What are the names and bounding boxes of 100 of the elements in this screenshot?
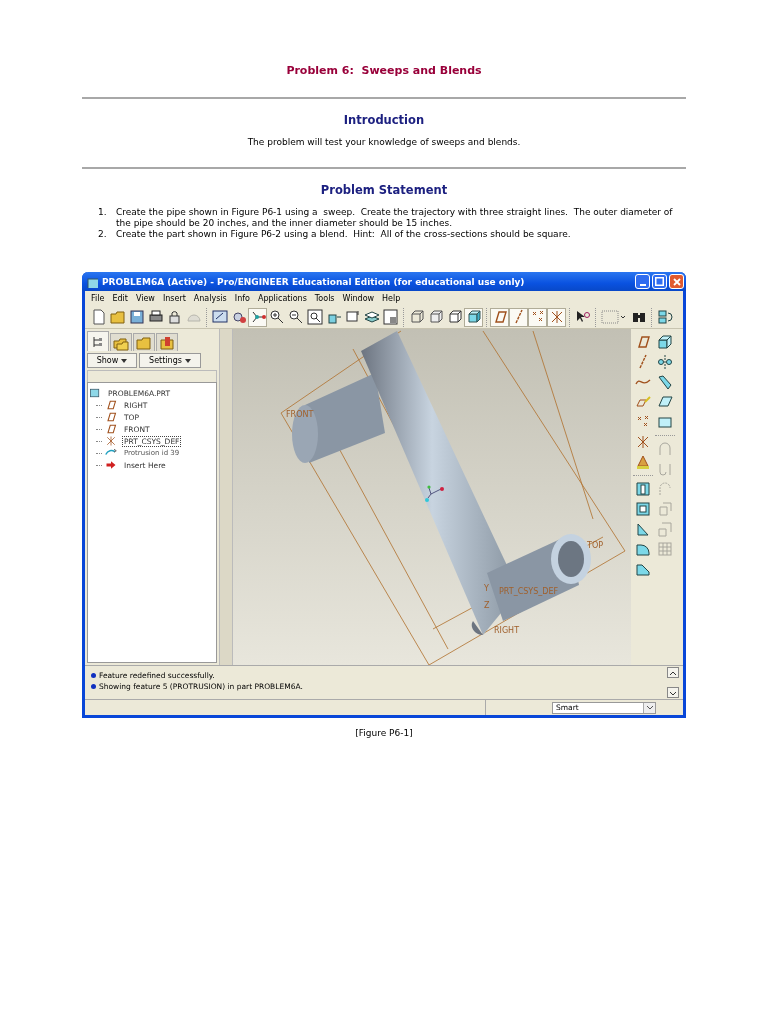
open-folder-icon — [109, 309, 126, 325]
minimize-icon — [639, 283, 646, 286]
zoom-fit-button[interactable] — [305, 307, 324, 327]
section-heading: Problem Statement — [319, 183, 449, 197]
caret-icon — [121, 358, 128, 363]
point-button[interactable] — [528, 307, 547, 327]
document-title: Problem 6: Sweeps and Blends — [285, 64, 483, 77]
open-folder-icon — [136, 334, 152, 351]
menu-item[interactable]: Analysis — [189, 294, 231, 303]
menu-item[interactable]: Help — [378, 294, 405, 303]
datum-label: FRONT — [286, 410, 314, 419]
caret-icon — [184, 358, 191, 363]
caret-icon — [646, 705, 653, 710]
zoom-in-icon — [268, 309, 285, 325]
window-title: PROBLEM6A (Active) - Pro/ENGINEER Educational Edition (for educational use only) — [102, 276, 526, 287]
surface-icon — [657, 394, 673, 410]
maximize-button[interactable] — [652, 274, 667, 289]
regenerate-icon — [656, 309, 673, 325]
bullet-icon — [91, 673, 96, 678]
zoom-fit-icon — [306, 309, 323, 325]
favorites-folder-icon — [159, 334, 175, 351]
plane-icon — [635, 334, 651, 350]
draft-icon — [635, 521, 651, 537]
coordinate-system-button[interactable] — [547, 307, 566, 327]
menu-item[interactable]: Tools — [310, 294, 339, 303]
shell-icon — [635, 501, 651, 517]
arch-icon — [657, 441, 673, 457]
round-icon — [635, 541, 651, 557]
plane-icon — [104, 399, 118, 411]
plane-icon — [104, 423, 118, 435]
section-heading: Introduction — [342, 113, 426, 127]
coordinate-system-icon — [104, 435, 118, 447]
scroll-up-button[interactable] — [667, 667, 679, 678]
plane-button[interactable] — [490, 307, 509, 327]
menu-button[interactable]: Settings — [139, 353, 201, 368]
new-page-icon — [90, 309, 107, 325]
maximize-icon — [655, 277, 664, 286]
tree-window-icon — [382, 309, 399, 325]
hole-icon — [635, 481, 651, 497]
axis-button[interactable] — [509, 307, 528, 327]
layers-icon — [363, 309, 380, 325]
menu-item[interactable]: File — [87, 294, 109, 303]
dashed-arch-icon — [657, 481, 673, 497]
navigator-tab[interactable] — [156, 333, 178, 351]
part-icon — [86, 275, 98, 288]
datum-label: Z — [484, 601, 490, 610]
scroll-down-button[interactable] — [667, 687, 679, 698]
figure-caption: [Figure P6-1] — [354, 728, 414, 738]
shaded-cube-button[interactable] — [464, 307, 483, 327]
help-cursor-icon — [574, 309, 591, 325]
print-icon — [147, 309, 164, 325]
list-number: 1. — [98, 207, 108, 219]
revolve-button[interactable] — [655, 352, 675, 372]
revolve-icon — [657, 354, 673, 370]
coordinate-triad-icon — [425, 485, 444, 502]
box-button[interactable] — [655, 332, 675, 352]
menu-item[interactable]: Applications — [253, 294, 311, 303]
zoom-out-icon — [287, 309, 304, 325]
hidden-cube-icon — [427, 309, 444, 325]
save-icon — [128, 309, 145, 325]
trim-icon — [657, 461, 673, 477]
menu-item[interactable]: View — [131, 294, 159, 303]
padlock-icon — [166, 309, 183, 325]
offset-icon — [657, 501, 673, 517]
menu-item[interactable]: Insert — [158, 294, 190, 303]
grid-icon — [657, 541, 673, 557]
shell-button[interactable] — [633, 499, 653, 519]
menu-item[interactable]: Edit — [108, 294, 132, 303]
minimize-button[interactable] — [635, 274, 650, 289]
datum-label: PRT_CSYS_DEF — [499, 587, 559, 596]
list-item-text: Create the pipe shown in Figure P6-1 using a sweep. Create the trajectory with three straight lines. The outer diameter of the pipe should be 20 inches, and the inner diameter should be 15 inches. — [116, 207, 674, 229]
save-button[interactable] — [127, 307, 146, 327]
datum-label: TOP — [587, 541, 603, 550]
menu-button[interactable]: Show — [87, 353, 137, 368]
paragraph: The problem will test your knowledge of sweeps and blends. — [246, 137, 522, 147]
navigator-tab[interactable] — [87, 331, 109, 351]
shaded-cube-icon — [465, 309, 482, 325]
insert-arrow-icon — [104, 459, 118, 471]
coordinate-system-icon — [635, 434, 651, 450]
thicken-icon — [657, 521, 673, 537]
close-button[interactable] — [669, 274, 684, 289]
navigator-tab[interactable] — [110, 333, 132, 351]
plane-icon — [104, 411, 118, 423]
regenerate-button[interactable] — [655, 307, 674, 327]
chamfer-icon — [635, 561, 651, 577]
menu-item[interactable]: Info — [230, 294, 254, 303]
nodes-button[interactable] — [248, 307, 267, 327]
box-icon — [657, 334, 673, 350]
close-icon — [672, 277, 681, 286]
hole-button[interactable] — [633, 479, 653, 499]
part-icon — [88, 387, 102, 399]
selection-filter-icon — [601, 309, 627, 325]
wireframe-cube-icon — [408, 309, 425, 325]
datum-label: RIGHT — [494, 626, 520, 635]
datum-label: Y — [484, 584, 489, 593]
list-number: 2. — [98, 229, 108, 240]
bullet-icon — [91, 684, 96, 689]
menu-item[interactable]: Window — [338, 294, 379, 303]
list-item-text: Create the part shown in Figure P6-2 using a blend. Hint: All of the cross-sections should be square. — [116, 229, 572, 240]
monitor-icon — [211, 309, 228, 325]
